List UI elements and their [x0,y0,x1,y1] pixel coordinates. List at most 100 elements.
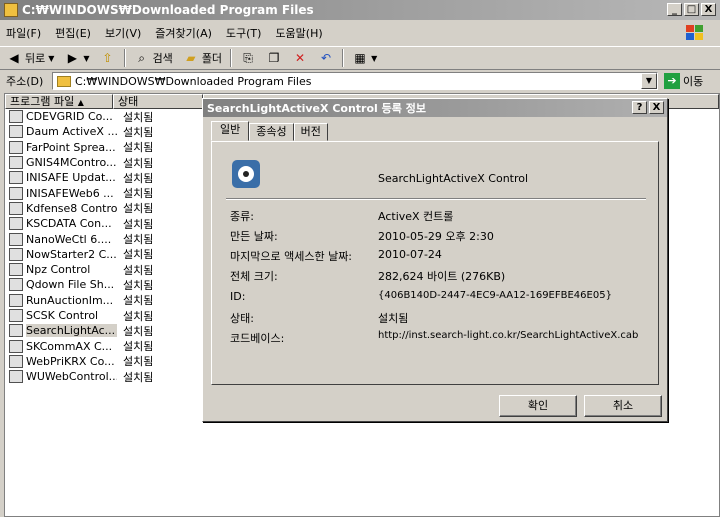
list-item-name: Qdown File Sh... [26,278,115,292]
activex-control-icon [9,110,23,124]
toolbar-separator [123,49,126,67]
list-item[interactable]: CDEVGRID Co... 설치됨 [5,109,205,124]
list-item-name: SearchLightAc... [26,324,117,338]
move-to-button[interactable]: ⎘ [238,50,258,66]
minimize-button[interactable]: _ [667,3,682,16]
general-tab-panel: SearchLightActiveX Control 종류: ActiveX 컨… [211,141,659,385]
list-item[interactable]: SCSK Control 설치됨 [5,308,205,323]
address-input[interactable]: C:₩WINDOWS₩Downloaded Program Files ▼ [52,72,658,90]
activex-control-icon [9,293,23,307]
cancel-button[interactable]: 취소 [584,395,662,417]
list-item-status: 설치됨 [123,156,154,170]
forward-button[interactable]: ▶ ▼ [62,50,91,66]
go-button[interactable]: ➔ 이동 [664,73,703,89]
address-label: 주소(D) [6,75,44,88]
activex-control-icon [9,201,23,215]
dialog-tabs: 일반 종속성 버전 [211,121,328,141]
delete-button[interactable]: ✕ [290,50,310,66]
address-dropdown-button[interactable]: ▼ [641,73,657,89]
menu-edit[interactable]: 편집(E) [55,25,91,41]
list-item[interactable]: FarPoint Sprea... 설치됨 [5,140,205,155]
views-button[interactable]: ▦ ▼ [350,50,379,66]
list-item-name: WUWebControl... [26,370,117,384]
up-folder-button[interactable]: ⇧ [98,50,118,66]
activex-control-icon [9,232,23,246]
list-item[interactable]: WebPriKRX Co... 설치됨 [5,354,205,369]
list-item[interactable]: Kdfense8 Control 설치됨 [5,201,205,216]
tab-dependencies[interactable]: 종속성 [249,123,294,141]
list-item-name: WebPriKRX Co... [26,354,115,368]
list-item[interactable]: INISAFEWeb6 ... 설치됨 [5,185,205,200]
list-item[interactable]: Qdown File Sh... 설치됨 [5,277,205,292]
folder-icon [4,3,18,17]
divider [226,198,646,200]
activex-control-icon [9,324,23,338]
list-item-status: 설치됨 [123,187,154,201]
list-item-name: RunAuctionIm... [26,293,114,307]
activex-control-icon [9,140,23,154]
list-item[interactable]: Npz Control 설치됨 [5,262,205,277]
address-bar: 주소(D) C:₩WINDOWS₩Downloaded Program File… [0,71,720,91]
window-titlebar[interactable]: C:₩WINDOWS₩Downloaded Program Files _ □ … [0,0,720,20]
tab-general[interactable]: 일반 [211,121,250,141]
list-item-name: CDEVGRID Co... [26,110,113,124]
list-item-status: 설치됨 [123,141,154,155]
list-item-status: 설치됨 [123,294,154,308]
list-item-status: 설치됨 [123,355,154,369]
search-button[interactable]: ⌕ 검색 [132,50,175,66]
list-item-name: Kdfense8 Control [26,201,117,215]
back-arrow-icon: ◀ [9,51,19,65]
list-item[interactable]: GNIS4MContro... 설치됨 [5,155,205,170]
back-button[interactable]: ◀ 뒤로 ▼ [4,50,56,66]
list-item-name: INISAFE Updat... [26,171,116,185]
activex-control-icon [9,186,23,200]
prop-created: 만든 날짜: 2010-05-29 오후 2:30 [230,230,494,243]
list-item[interactable]: NowStarter2 C... 설치됨 [5,247,205,262]
menu-help[interactable]: 도움말(H) [275,25,322,41]
list-item[interactable]: WUWebControl... 설치됨 [5,369,205,384]
help-button[interactable]: ? [632,101,647,114]
list-item-name: SKCommAX C... [26,339,113,353]
menu-file[interactable]: 파일(F) [6,25,41,41]
forward-arrow-icon: ▶ [67,51,78,65]
column-header-program-file[interactable]: 프로그램 파일 ▲ [5,94,113,109]
address-value: C:₩WINDOWS₩Downloaded Program Files [75,74,312,88]
activex-control-icon [9,263,23,277]
list-item-status: 설치됨 [123,110,154,124]
list-item[interactable]: SKCommAX C... 설치됨 [5,338,205,353]
list-item-status: 설치됨 [123,125,154,139]
chevron-down-icon: ▼ [371,53,378,63]
undo-button[interactable]: ↶ [316,50,336,66]
copy-to-button[interactable]: ❐ [264,50,284,66]
list-item-status: 설치됨 [123,248,154,262]
toolbar-separator [342,49,345,67]
delete-icon: ✕ [295,51,306,65]
menu-tools[interactable]: 도구(T) [226,25,262,41]
activex-control-icon [232,160,260,188]
chevron-down-icon: ▼ [83,53,90,63]
prop-id: ID: {406B140D-2447-4EC9-AA12-169EFBE46E0… [230,290,612,303]
menu-favorites[interactable]: 즐겨찾기(A) [155,25,212,41]
activex-control-icon [9,247,23,261]
menu-view[interactable]: 보기(V) [105,25,141,41]
list-item[interactable]: NanoWeCtl 6.... 설치됨 [5,231,205,246]
maximize-button[interactable]: □ [684,3,699,16]
tab-version[interactable]: 버전 [293,123,328,141]
list-item[interactable]: RunAuctionIm... 설치됨 [5,293,205,308]
up-folder-icon: ⇧ [102,51,113,65]
list-item[interactable]: Daum ActiveX ... 설치됨 [5,124,205,139]
close-button[interactable]: X [701,3,716,16]
list-rows: CDEVGRID Co... 설치됨 Daum ActiveX ... 설치됨 FarP… [5,109,205,384]
list-item-name: NowStarter2 C... [26,247,117,261]
dialog-titlebar[interactable]: SearchLightActiveX Control 등록 정보 ? X [203,99,667,117]
list-item-name: NanoWeCtl 6.... [26,232,112,246]
ok-button[interactable]: 확인 [499,395,577,417]
toolbar-separator [230,49,233,67]
list-item-name: Npz Control [26,263,91,277]
list-item[interactable]: INISAFE Updat... 설치됨 [5,170,205,185]
list-item[interactable]: KSCDATA Con... 설치됨 [5,216,205,231]
column-header-status[interactable]: 상태 [113,94,203,109]
list-item[interactable]: SearchLightAc... 설치됨 [5,323,205,338]
dialog-close-button[interactable]: X [649,101,664,114]
folders-button[interactable]: ▰ 폴더 [181,50,224,66]
